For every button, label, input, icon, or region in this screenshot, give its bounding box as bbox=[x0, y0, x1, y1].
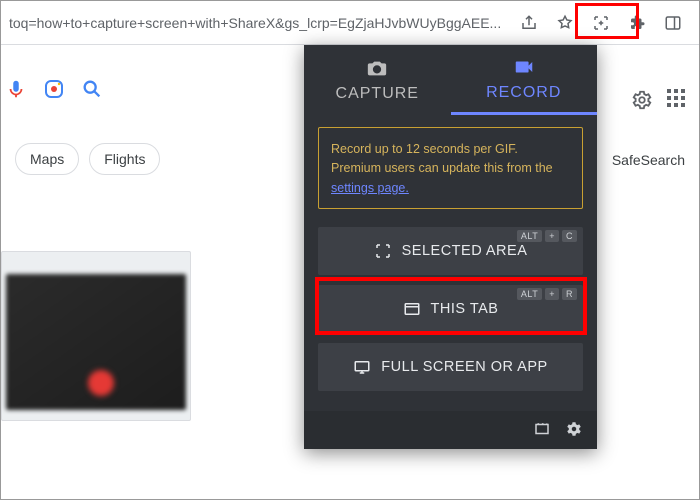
extension-capture-icon[interactable] bbox=[589, 11, 613, 35]
record-selected-area-button[interactable]: SELECTED AREA ALT+C bbox=[318, 227, 583, 275]
bookmark-star-icon[interactable] bbox=[553, 11, 577, 35]
safesearch-label[interactable]: SafeSearch bbox=[612, 152, 685, 168]
tab-record[interactable]: RECORD bbox=[451, 45, 598, 115]
tab-capture-label: CAPTURE bbox=[336, 85, 419, 103]
tab-record-label: RECORD bbox=[486, 84, 561, 102]
search-icon[interactable] bbox=[79, 76, 105, 102]
info-text: Record up to 12 seconds per GIF. Premium… bbox=[331, 142, 553, 175]
voice-search-icon[interactable] bbox=[3, 76, 29, 102]
shortcut-selected-area: ALT+C bbox=[517, 230, 577, 242]
chip-maps[interactable]: Maps bbox=[15, 143, 79, 175]
extensions-puzzle-icon[interactable] bbox=[625, 11, 649, 35]
settings-page-link[interactable]: settings page. bbox=[331, 181, 409, 195]
popup-footer bbox=[304, 411, 597, 449]
this-tab-label: THIS TAB bbox=[431, 301, 499, 317]
selected-area-label: SELECTED AREA bbox=[402, 243, 528, 259]
url-text[interactable]: toq=how+to+capture+screen+with+ShareX&gs… bbox=[9, 15, 511, 31]
full-screen-label: FULL SCREEN OR APP bbox=[381, 359, 547, 375]
premium-info-box: Record up to 12 seconds per GIF. Premium… bbox=[318, 127, 583, 209]
screen-capture-extension-popup: CAPTURE RECORD Record up to 12 seconds p… bbox=[304, 45, 597, 449]
browser-address-bar: toq=how+to+capture+screen+with+ShareX&gs… bbox=[1, 1, 699, 45]
record-full-screen-button[interactable]: FULL SCREEN OR APP bbox=[318, 343, 583, 391]
share-icon[interactable] bbox=[517, 11, 541, 35]
record-this-tab-button[interactable]: THIS TAB ALT+R bbox=[318, 285, 583, 333]
settings-gear-icon[interactable] bbox=[631, 89, 653, 116]
recordings-library-icon[interactable] bbox=[533, 420, 551, 441]
google-apps-icon[interactable] bbox=[667, 89, 685, 116]
search-filter-chips: Maps Flights bbox=[15, 143, 160, 175]
google-search-icons bbox=[1, 76, 105, 102]
tab-capture[interactable]: CAPTURE bbox=[304, 45, 451, 115]
chip-flights[interactable]: Flights bbox=[89, 143, 160, 175]
shortcut-this-tab: ALT+R bbox=[517, 288, 577, 300]
lens-search-icon[interactable] bbox=[41, 76, 67, 102]
extension-settings-icon[interactable] bbox=[565, 420, 583, 441]
sidepanel-icon[interactable] bbox=[661, 11, 685, 35]
result-thumbnail[interactable] bbox=[1, 251, 191, 421]
